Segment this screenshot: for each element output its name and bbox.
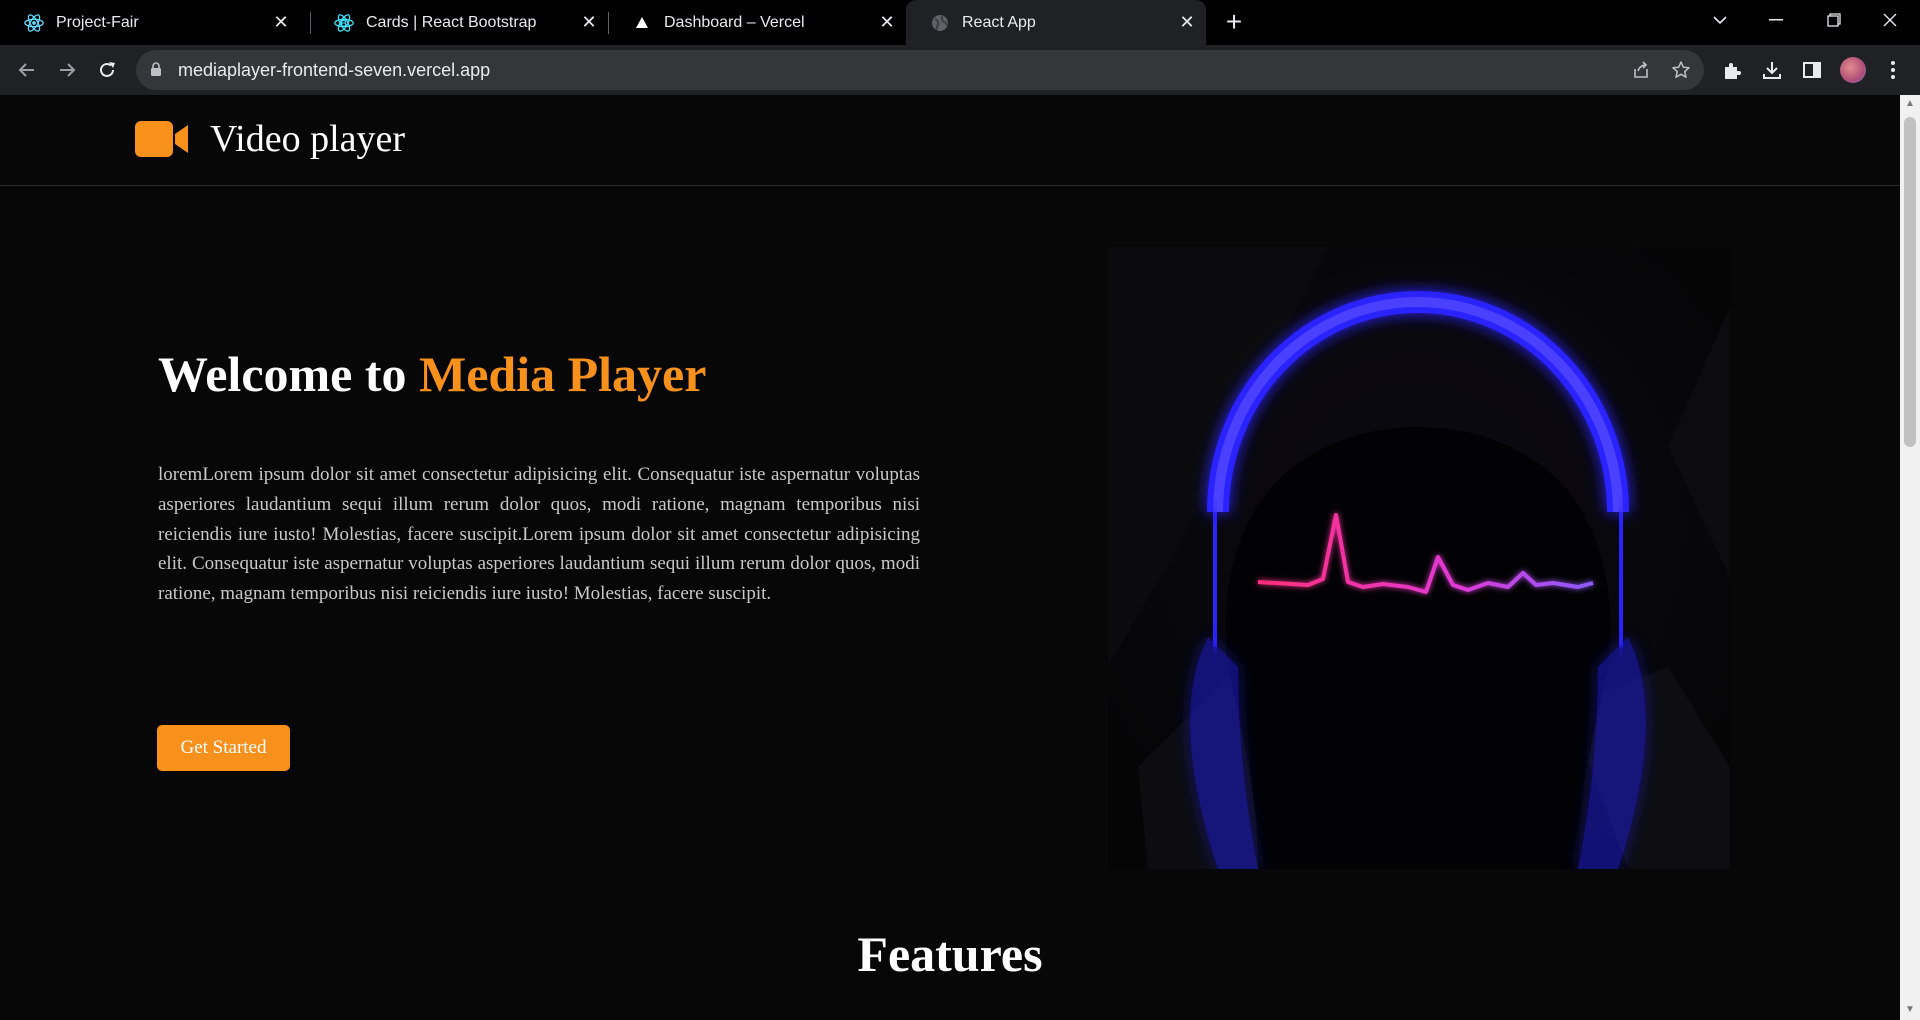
tab-title: Project-Fair [56, 13, 139, 31]
minimize-icon [1769, 19, 1783, 21]
react-bootstrap-icon: B [332, 11, 356, 35]
arrow-right-icon [60, 63, 76, 77]
forward-button[interactable] [53, 56, 81, 84]
browser-toolbar: mediaplayer-frontend-seven.vercel.app [0, 45, 1920, 95]
globe-icon [928, 11, 952, 35]
tab-title: Dashboard – Vercel [664, 13, 805, 31]
tab-search-button[interactable] [1692, 0, 1748, 40]
site-navbar: Video player [0, 95, 1900, 186]
svg-text:B: B [340, 18, 347, 28]
reload-button[interactable] [93, 56, 121, 84]
brand-title[interactable]: Video player [210, 117, 405, 161]
page-scrollbar[interactable]: ▲ ▼ [1900, 95, 1920, 1020]
back-button[interactable] [13, 56, 41, 84]
extensions-icon[interactable] [1719, 57, 1745, 83]
restore-icon [1827, 13, 1841, 27]
reload-icon [100, 62, 115, 77]
tab-project-fair[interactable]: Project-Fair ✕ [0, 0, 300, 45]
features-heading: Features [857, 926, 1043, 982]
tab-title: Cards | React Bootstrap [366, 13, 537, 31]
close-icon[interactable]: ✕ [876, 11, 898, 33]
new-tab-button[interactable]: + [1220, 6, 1248, 37]
hero-title-accent: Media Player [419, 346, 707, 402]
scroll-up-arrow-icon[interactable]: ▲ [1905, 99, 1915, 109]
scrollbar-thumb[interactable] [1904, 117, 1916, 447]
address-bar[interactable]: mediaplayer-frontend-seven.vercel.app [136, 50, 1704, 90]
video-camera-icon[interactable] [135, 121, 189, 162]
vercel-triangle-icon [630, 11, 654, 35]
page-viewport: Video player Welcome to Media Player lor… [0, 95, 1900, 1020]
download-icon[interactable] [1759, 57, 1785, 83]
headphones-heartbeat-illustration [1108, 247, 1730, 869]
close-icon [1883, 13, 1897, 27]
side-panel-icon[interactable] [1799, 57, 1825, 83]
minimize-button[interactable] [1748, 0, 1804, 40]
tab-react-app[interactable]: React App ✕ [906, 0, 1206, 45]
close-icon[interactable]: ✕ [1176, 11, 1198, 33]
close-window-button[interactable] [1862, 0, 1918, 40]
restore-button[interactable] [1806, 0, 1862, 40]
share-icon[interactable] [1630, 59, 1652, 81]
hero-description: loremLorem ipsum dolor sit amet consecte… [158, 464, 920, 605]
tab-title: React App [962, 13, 1036, 31]
tab-strip: Project-Fair ✕ B Cards | React Bootstrap… [0, 0, 1920, 45]
tab-vercel-dashboard[interactable]: Dashboard – Vercel ✕ [608, 0, 906, 45]
hero-title: Welcome to Media Player [158, 345, 706, 403]
profile-avatar[interactable] [1840, 57, 1866, 83]
lock-icon[interactable] [150, 62, 162, 82]
chevron-down-icon [1713, 16, 1727, 25]
get-started-button[interactable]: Get Started [157, 725, 290, 771]
hero-title-prefix: Welcome to [158, 346, 407, 402]
more-menu-icon[interactable] [1880, 57, 1906, 83]
scroll-down-arrow-icon[interactable]: ▼ [1905, 1005, 1915, 1015]
bookmark-star-icon[interactable] [1670, 59, 1692, 81]
url-text[interactable]: mediaplayer-frontend-seven.vercel.app [178, 60, 490, 81]
react-icon [22, 11, 46, 35]
arrow-left-icon [18, 63, 34, 77]
tab-cards-react-bootstrap[interactable]: B Cards | React Bootstrap ✕ [310, 0, 608, 45]
close-icon[interactable]: ✕ [270, 11, 292, 33]
close-icon[interactable]: ✕ [578, 11, 600, 33]
